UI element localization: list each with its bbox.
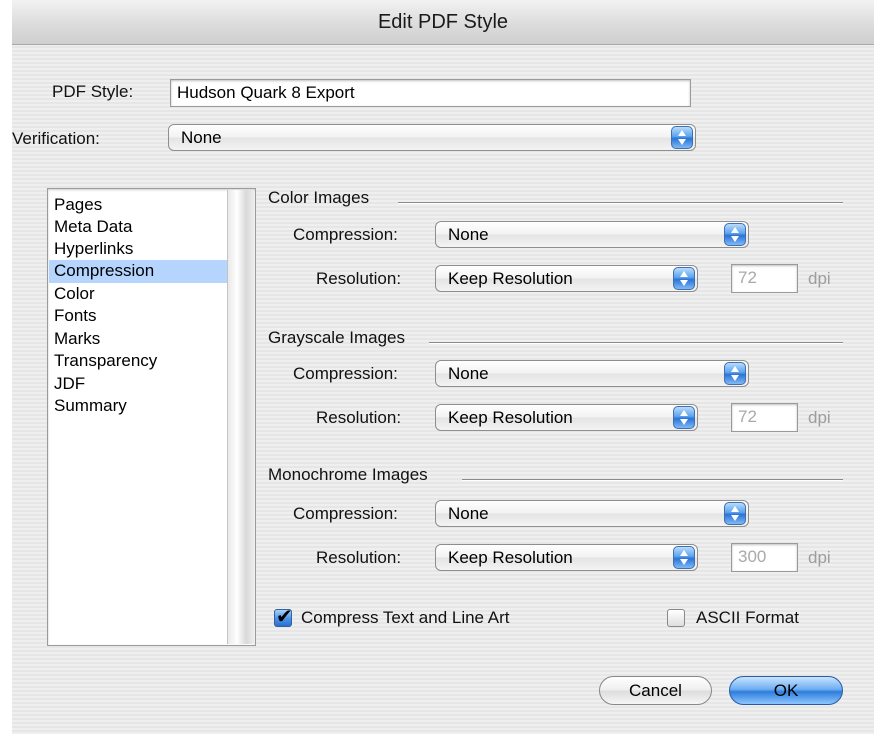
grayscale-dpi-unit: dpi [808,408,831,427]
grayscale-resolution-label: Resolution: [316,408,402,427]
popup-arrows-icon [724,502,746,525]
color-resolution-popup[interactable]: Keep Resolution [435,265,698,292]
grayscale-compression-label: Compression: [293,364,398,383]
checkmark-icon: ✔ [276,606,293,628]
monochrome-compression-label: Compression: [293,504,398,523]
monochrome-dpi-field[interactable]: 300 [731,543,798,572]
monochrome-resolution-popup[interactable]: Keep Resolution [435,544,698,571]
monochrome-images-heading: Monochrome Images [268,465,428,484]
popup-arrows-icon [724,362,746,385]
ok-button[interactable]: OK [729,676,843,705]
verification-label: Verification: [12,129,100,148]
color-images-heading: Color Images [268,188,370,207]
pdf-style-field[interactable]: Hudson Quark 8 Export [170,79,691,107]
grayscale-dpi-field[interactable]: 72 [731,403,798,432]
popup-arrows-icon [673,546,695,569]
monochrome-compression-value: None [448,504,489,523]
compress-text-label: Compress Text and Line Art [301,608,510,627]
sidebar-item-summary[interactable]: Summary [49,395,227,418]
sidebar-item-compression[interactable]: Compression [49,260,227,283]
color-dpi-field[interactable]: 72 [731,264,798,293]
sidebar-item-fonts[interactable]: Fonts [49,305,227,328]
sidebar-item-marks[interactable]: Marks [49,328,227,351]
color-resolution-value: Keep Resolution [448,269,573,288]
popup-arrows-icon [673,406,695,429]
ascii-format-label: ASCII Format [696,608,799,627]
sidebar-item-meta-data[interactable]: Meta Data [49,216,227,239]
window-title: Edit PDF Style [12,0,874,45]
sidebar-item-transparency[interactable]: Transparency [49,350,227,373]
sidebar-item-color[interactable]: Color [49,283,227,306]
monochrome-resolution-value: Keep Resolution [448,548,573,567]
monochrome-dpi-unit: dpi [808,548,831,567]
pdf-style-label: PDF Style: [52,82,134,101]
monochrome-compression-popup[interactable]: None [435,500,749,527]
grayscale-compression-popup[interactable]: None [435,360,749,387]
verification-value: None [181,128,222,147]
sidebar-item-hyperlinks[interactable]: Hyperlinks [49,238,227,261]
grayscale-images-divider [429,342,843,344]
grayscale-compression-value: None [448,364,489,383]
cancel-button[interactable]: Cancel [599,676,712,705]
popup-arrows-icon [724,223,746,246]
sidebar-item-pages[interactable]: Pages [49,194,227,217]
verification-popup[interactable]: None [168,124,696,151]
color-compression-popup[interactable]: None [435,221,749,248]
grayscale-resolution-value: Keep Resolution [448,408,573,427]
list-scrollbar[interactable] [227,190,254,644]
category-list[interactable]: Pages Meta Data Hyperlinks Compression C… [47,188,256,646]
monochrome-images-divider [462,479,843,481]
grayscale-images-heading: Grayscale Images [268,328,405,347]
grayscale-resolution-popup[interactable]: Keep Resolution [435,404,698,431]
sidebar-item-jdf[interactable]: JDF [49,373,227,396]
color-resolution-label: Resolution: [316,269,402,288]
color-compression-label: Compression: [293,225,398,244]
compress-text-checkbox[interactable]: ✔ [274,606,293,628]
ascii-format-checkbox[interactable] [667,609,685,627]
popup-arrows-icon [671,126,693,149]
monochrome-resolution-label: Resolution: [316,548,402,567]
color-compression-value: None [448,225,489,244]
popup-arrows-icon [673,267,695,290]
color-dpi-unit: dpi [808,269,831,288]
edit-pdf-style-dialog: Edit PDF Style PDF Style: Hudson Quark 8… [12,0,874,734]
color-images-divider [398,202,843,204]
